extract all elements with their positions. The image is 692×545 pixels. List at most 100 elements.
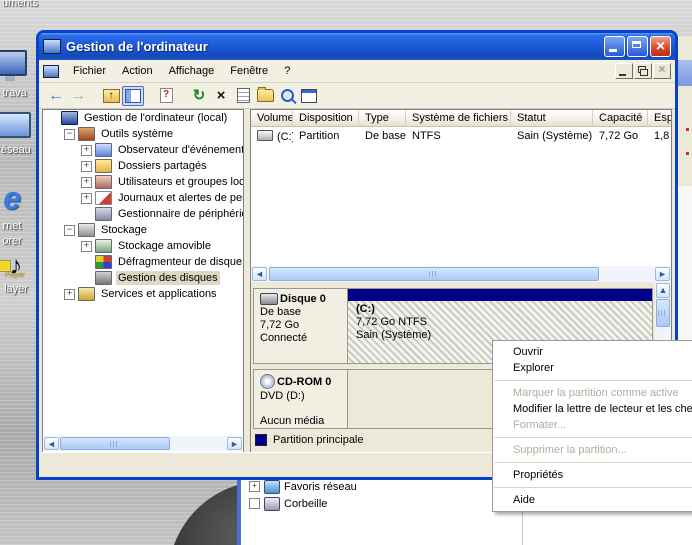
scrollbar-thumb[interactable]	[656, 299, 670, 327]
mdi-restore-button[interactable]	[634, 63, 652, 79]
up-button[interactable]: ↑	[100, 86, 122, 106]
scroll-right-button[interactable]: ►	[227, 437, 242, 450]
close-button[interactable]	[650, 36, 671, 57]
tree-item-observateur-d-evenements[interactable]: +Observateur d'événements	[43, 142, 243, 158]
scroll-right-button[interactable]: ►	[655, 267, 670, 281]
context-menu-item-modifier-la-lettre-de-lecteur-et-les-chem[interactable]: Modifier la lettre de lecteur et les che…	[493, 401, 692, 417]
context-menu-item-supprimer-la-partition[interactable]: Supprimer la partition...	[493, 442, 692, 458]
expander-icon[interactable]: +	[81, 241, 92, 252]
background-tree-item-label: Corbeille	[284, 498, 327, 510]
console-tree-pane: Gestion de l'ordinateur (local)−Outils s…	[42, 109, 244, 453]
minimize-button[interactable]	[604, 36, 625, 57]
expander-icon[interactable]: +	[81, 193, 92, 204]
column-header-statut[interactable]: Statut	[511, 110, 593, 127]
column-header-systeme-de-fichiers[interactable]: Système de fichiers	[406, 110, 511, 127]
scroll-left-button[interactable]: ◄	[252, 267, 267, 281]
tree-item-gestion-de-l-ordinateur-local[interactable]: Gestion de l'ordinateur (local)	[43, 110, 243, 126]
refresh-button[interactable]: ↻	[188, 86, 210, 106]
scrollbar-thumb[interactable]	[269, 267, 599, 281]
expander-icon[interactable]: −	[64, 225, 75, 236]
tree-horizontal-scrollbar[interactable]: ◄ ►	[44, 436, 242, 451]
volume-list-view: VolumeDispositionTypeSystème de fichiers…	[251, 110, 671, 266]
tree-item-outils-systeme[interactable]: −Outils système	[43, 126, 243, 142]
toolbar: ←→ ↑? ↻ ×	[39, 83, 675, 109]
mdi-close-button[interactable]	[653, 63, 671, 79]
tree-item-label: Gestionnaire de périphérique	[116, 207, 243, 221]
show-console-tree-button[interactable]	[122, 86, 144, 106]
properties-button[interactable]	[232, 86, 254, 106]
title-bar[interactable]: Gestion de l'ordinateur	[39, 33, 675, 60]
scroll-up-button[interactable]: ▲	[656, 283, 670, 298]
desktop-icon-label: réseau	[0, 144, 40, 156]
desktop-icon-internet-explorer[interactable]: rnet orer	[0, 180, 38, 247]
desktop-icon-label2: orer	[0, 235, 38, 247]
tree-item-stockage-amovible[interactable]: + Stockage amovible	[43, 238, 243, 254]
tree-item-journaux-et-alertes-de-perfo[interactable]: +Journaux et alertes de perfo	[43, 190, 243, 206]
tree-item-gestionnaire-de-peripherique[interactable]: Gestionnaire de périphérique	[43, 206, 243, 222]
forward-button[interactable]: →	[67, 86, 89, 106]
desktop-icon-label: rnet	[0, 220, 38, 232]
tree-item-label: Stockage	[99, 223, 149, 237]
services-icon	[78, 287, 95, 301]
delete-icon: ×	[217, 88, 226, 103]
expander-icon[interactable]: +	[64, 289, 75, 300]
tree-item-label: Services et applications	[99, 287, 219, 301]
maximize-button[interactable]	[627, 36, 648, 57]
disk-info-cell[interactable]: Disque 0De base7,72 GoConnecté	[254, 289, 348, 363]
context-menu-item-aide[interactable]: Aide	[493, 492, 692, 508]
tree-item-utilisateurs-et-groupes-locau[interactable]: +Utilisateurs et groupes locau	[43, 174, 243, 190]
expander-icon[interactable]: −	[64, 129, 75, 140]
column-header-esp[interactable]: Esp	[648, 110, 671, 127]
tree-item-label: Gestion des disques	[116, 271, 220, 285]
context-menu-item-formater[interactable]: Formater...	[493, 417, 692, 433]
column-header-disposition[interactable]: Disposition	[293, 110, 359, 127]
menu-action[interactable]: Action	[114, 62, 161, 80]
desktop-icon-network-places[interactable]: réseau	[0, 112, 40, 156]
legend-label: Partition principale	[273, 434, 364, 446]
tree-item-stockage[interactable]: − Stockage	[43, 222, 243, 238]
desktop-icon-my-computer[interactable]: e trava	[0, 50, 36, 99]
expander-icon[interactable]: +	[81, 177, 92, 188]
column-header-capacite[interactable]: Capacité	[593, 110, 648, 127]
users-icon	[95, 175, 112, 189]
tree-item-dossiers-partages[interactable]: +Dossiers partagés	[43, 158, 243, 174]
disk-info-cell[interactable]: CD-ROM 0DVD (D:)Aucun média	[254, 370, 348, 428]
help-button[interactable]: ?	[155, 86, 177, 106]
expander-icon[interactable]: +	[81, 145, 92, 156]
network-icon	[0, 112, 31, 138]
scroll-left-button[interactable]: ◄	[44, 437, 59, 450]
desktop-icon-label: e trava	[0, 87, 36, 99]
tree-item-label: Stockage amovible	[116, 239, 213, 253]
scrollbar-thumb[interactable]	[60, 437, 170, 450]
column-header-type[interactable]: Type	[359, 110, 406, 127]
context-menu-item-ouvrir[interactable]: Ouvrir	[493, 344, 692, 360]
column-header-volume[interactable]: Volume	[251, 110, 293, 127]
search-button[interactable]	[276, 86, 298, 106]
menu-fichier[interactable]: Fichier	[65, 62, 114, 80]
expander-icon[interactable]: +	[81, 161, 92, 172]
mdi-minimize-button[interactable]	[615, 63, 633, 79]
context-menu-item-explorer[interactable]: Explorer	[493, 360, 692, 376]
volume-row[interactable]: (C:)PartitionDe baseNTFSSain (Système)7,…	[251, 127, 671, 145]
cell-disposition: Partition	[293, 130, 359, 142]
tree-item-defragmenteur-de-disque[interactable]: Défragmenteur de disque	[43, 254, 243, 270]
screen: uments e trava réseau rnet orer Player l…	[0, 0, 692, 545]
menu-item[interactable]: ?	[276, 62, 298, 80]
performance-icon	[95, 191, 112, 205]
open-folder-button[interactable]	[254, 86, 276, 106]
context-menu-item-proprietes[interactable]: Propriétés	[493, 467, 692, 483]
expander-icon[interactable]: +	[249, 481, 260, 492]
tree-item-services-et-applications[interactable]: + Services et applications	[43, 286, 243, 302]
back-button[interactable]: ←	[45, 86, 67, 106]
disk-info-line: 7,72 Go	[260, 319, 345, 331]
partition-label: (C:)	[356, 303, 652, 315]
cell-capacite: 7,72 Go	[593, 130, 648, 142]
menu-affichage[interactable]: Affichage	[161, 62, 223, 80]
delete-button[interactable]: ×	[210, 86, 232, 106]
tree-item-gestion-des-disques[interactable]: Gestion des disques	[43, 270, 243, 286]
console-window-button[interactable]	[298, 86, 320, 106]
menu-fenetre[interactable]: Fenêtre	[222, 62, 276, 80]
context-menu-item-marquer-la-partition-comme-active[interactable]: Marquer la partition comme active	[493, 385, 692, 401]
list-horizontal-scrollbar[interactable]: ◄ ►	[251, 266, 671, 282]
refresh-icon: ↻	[193, 88, 206, 103]
